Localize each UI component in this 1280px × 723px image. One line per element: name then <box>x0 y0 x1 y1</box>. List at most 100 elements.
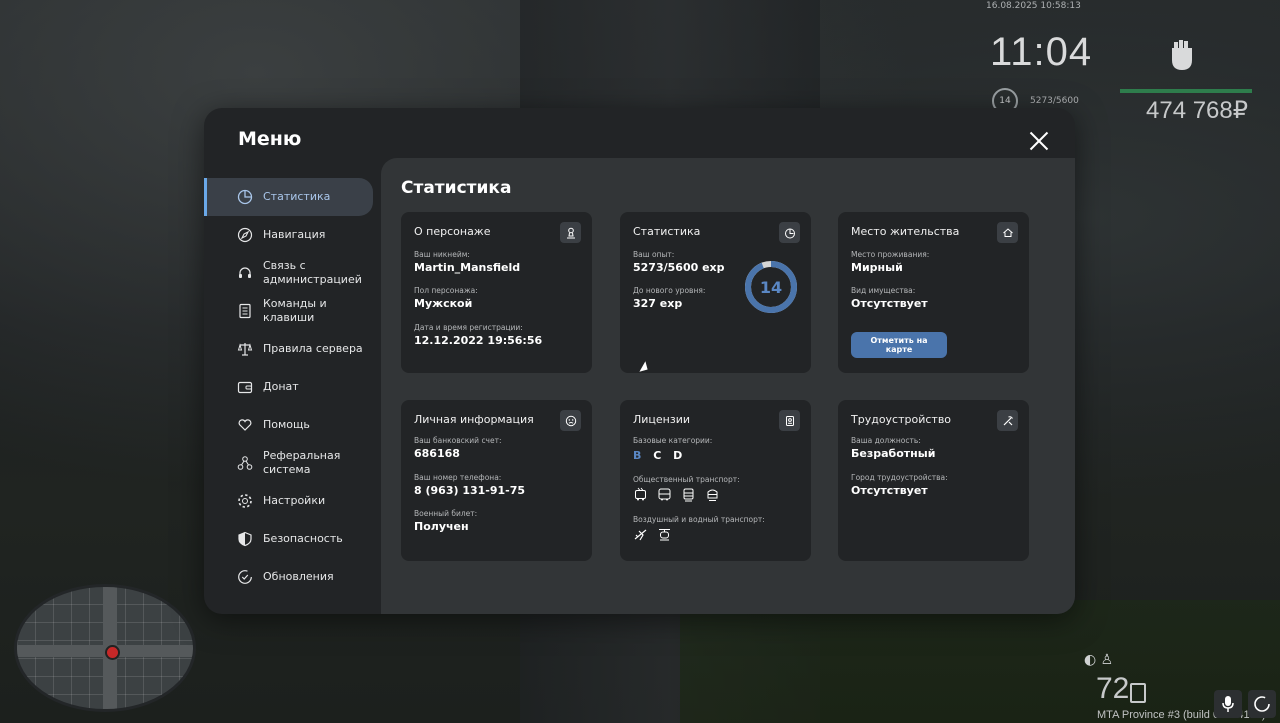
refresh-check-icon <box>238 570 252 584</box>
card-title: Статистика <box>633 225 701 238</box>
sidebar-item-label: Статистика <box>263 190 331 203</box>
air-water-transport-icons <box>633 527 672 542</box>
field-label: До нового уровня: <box>633 286 706 295</box>
sidebar-item-referral[interactable]: Реферальная система <box>204 444 381 482</box>
compass-icon <box>237 227 253 243</box>
trolleybus-icon <box>635 487 646 501</box>
sidebar-item-settings[interactable]: Настройки <box>204 482 381 520</box>
menu-title: Меню <box>238 128 302 150</box>
hud-exp: 5273/5600 <box>1030 96 1079 106</box>
field-basic-categories: Базовые категории: <box>633 436 712 447</box>
gear-icon <box>238 494 252 508</box>
field-value: 5273/5600 exp <box>633 261 725 274</box>
card-stats: Статистика Ваш опыт: 5273/5600 exp До но… <box>620 212 811 373</box>
card-title: Место жительства <box>851 225 960 238</box>
field-property: Вид имущества: Отсутствует <box>851 286 928 310</box>
pie-chart-icon <box>237 189 253 205</box>
field-label: Ваша должность: <box>851 436 921 445</box>
shield-icon <box>238 531 252 547</box>
field-label: Ваш номер телефона: <box>414 473 502 482</box>
card-icon-button <box>560 410 581 431</box>
field-work-city: Город трудоустройства: Отсутствует <box>851 473 948 497</box>
card-title: Трудоустройство <box>851 413 952 426</box>
card-icon-button <box>997 222 1018 243</box>
sidebar-item-contact-admin[interactable]: Связь с администрацией <box>204 254 381 292</box>
field-next-level: До нового уровня: 327 exp <box>633 286 705 310</box>
content-panel: Статистика О персонаже Ваш никнейм: Mart… <box>381 158 1075 614</box>
field-label: Базовые категории: <box>633 436 713 445</box>
sidebar-item-label: Донат <box>263 380 299 393</box>
license-card-icon <box>785 415 794 426</box>
microphone-button[interactable] <box>1214 690 1242 718</box>
field-label: Ваш никнейм: <box>414 250 470 259</box>
level-number: 14 <box>759 277 783 297</box>
refresh-button[interactable] <box>1248 690 1276 718</box>
card-residence: Место жительства Место проживания: Мирны… <box>838 212 1029 373</box>
hud-clock: 11:04 <box>990 30 1093 74</box>
field-value: Мирный <box>851 261 903 274</box>
hud-money: 474 768₽ <box>1146 97 1249 124</box>
sidebar-item-label: Настройки <box>263 494 326 507</box>
field-bank: Ваш банковский счет: 686168 <box>414 436 502 460</box>
tram-icon <box>683 488 694 502</box>
sidebar-item-security[interactable]: Безопасность <box>204 520 381 558</box>
sidebar-item-label: Реферальная система <box>263 449 341 476</box>
sidebar-item-label: Связь с администрацией <box>263 259 362 286</box>
sidebar-item-navigation[interactable]: Навигация <box>204 216 381 254</box>
sidebar-item-help[interactable]: Помощь <box>204 406 381 444</box>
category-c: C <box>653 449 662 462</box>
sidebar-item-label: Обновления <box>263 570 334 583</box>
field-phone: Ваш номер телефона: 8 (963) 131-91-75 <box>414 473 525 497</box>
public-transport-icons <box>633 487 720 502</box>
card-title: Личная информация <box>414 413 534 426</box>
license-categories: B C D <box>633 449 690 462</box>
menu-window: Меню Статистика Навигация Связь с админи… <box>204 108 1075 614</box>
sidebar-item-donate[interactable]: Донат <box>204 368 381 406</box>
card-icon-button <box>560 222 581 243</box>
field-label: Общественный транспорт: <box>633 475 740 484</box>
hud-health-bar <box>1120 89 1252 93</box>
field-value: 686168 <box>414 447 460 460</box>
sidebar-item-statistics[interactable]: Статистика <box>204 178 373 216</box>
field-label: Ваш опыт: <box>633 250 675 259</box>
field-place: Место проживания: Мирный <box>851 250 929 274</box>
card-title: О персонаже <box>414 225 491 238</box>
field-public-transport: Общественный транспорт: <box>633 475 740 486</box>
field-label: Ваш банковский счет: <box>414 436 502 445</box>
helicopter-icon <box>659 529 670 541</box>
network-icon <box>237 456 253 470</box>
scales-icon <box>237 343 253 356</box>
field-label: Военный билет: <box>414 509 478 518</box>
refresh-icon <box>1254 696 1270 712</box>
field-value: Отсутствует <box>851 484 928 497</box>
sidebar-item-label: Правила сервера <box>263 342 363 355</box>
sidebar-item-label: Помощь <box>263 418 310 431</box>
sidebar-item-updates[interactable]: Обновления <box>204 558 381 596</box>
headlight-icon: ◐ ♙ <box>1084 652 1114 668</box>
field-gender: Пол персонажа: Мужской <box>414 286 478 310</box>
tools-icon <box>1003 415 1013 425</box>
player-marker <box>105 645 120 660</box>
mark-on-map-button[interactable]: Отметить на карте <box>851 332 947 358</box>
category-b: B <box>633 449 642 462</box>
metro-train-icon <box>707 489 718 501</box>
card-icon-button <box>997 410 1018 431</box>
field-value: Безработный <box>851 447 936 460</box>
sidebar-item-rules[interactable]: Правила сервера <box>204 330 381 368</box>
background-grass <box>680 600 1280 723</box>
field-label: Вид имущества: <box>851 286 916 295</box>
user-stamp-icon <box>566 227 575 238</box>
sidebar-item-commands[interactable]: Команды и клавиши <box>204 292 381 330</box>
field-label: Пол персонажа: <box>414 286 478 295</box>
field-value: 8 (963) 131-91-75 <box>414 484 526 497</box>
field-value: 12.12.2022 19:56:56 <box>414 334 543 347</box>
minimap <box>14 584 196 712</box>
card-licenses: Лицензии Базовые категории: B C D Общест… <box>620 400 811 561</box>
close-button[interactable] <box>1028 130 1050 152</box>
field-label: Воздушный и водный транспорт: <box>633 515 765 524</box>
stopwatch-icon <box>784 228 795 238</box>
field-military: Военный билет: Получен <box>414 509 477 533</box>
fuel-icon <box>1130 683 1146 703</box>
field-value: Отсутствует <box>851 297 928 310</box>
card-character: О персонаже Ваш никнейм: Martin_Mansfiel… <box>401 212 592 373</box>
